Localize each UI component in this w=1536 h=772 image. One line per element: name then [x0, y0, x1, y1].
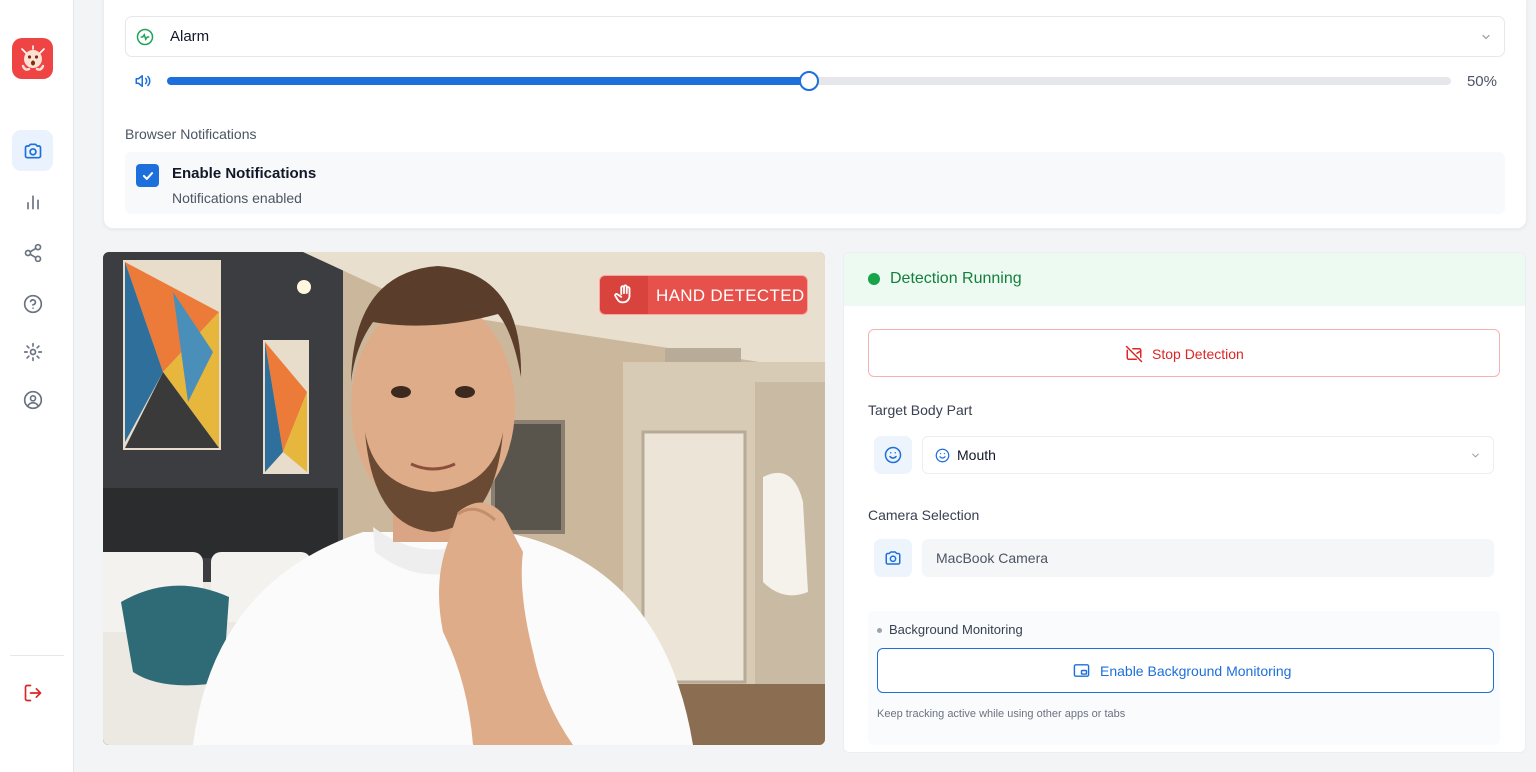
target-body-part-value: Mouth: [957, 447, 996, 463]
stop-detection-label: Stop Detection: [1152, 346, 1244, 362]
user-circle-icon: [23, 390, 42, 409]
check-icon: [142, 171, 153, 180]
sidebar: [0, 0, 74, 772]
volume-slider-thumb[interactable]: [799, 71, 819, 91]
hand-icon: [614, 284, 631, 304]
alarm-sound-label: Alarm: [170, 28, 210, 45]
nav-profile[interactable]: [12, 379, 53, 420]
smile-icon: [935, 448, 950, 463]
hand-badge-icon-box: [600, 276, 648, 314]
notifications-status: Notifications enabled: [172, 190, 302, 206]
nav-share[interactable]: [12, 232, 53, 273]
volume-slider-fill: [167, 77, 809, 85]
share-icon: [24, 243, 41, 262]
sound-wave-icon: [136, 28, 154, 46]
notifications-heading: Browser Notifications: [125, 126, 257, 142]
logout-icon: [24, 684, 41, 701]
app-logo[interactable]: [12, 38, 53, 79]
volume-icon: [135, 75, 151, 87]
picture-in-picture-icon: [1073, 664, 1090, 677]
camera-selection-value: MacBook Camera: [936, 550, 1049, 566]
target-body-part-label: Target Body Part: [868, 402, 973, 418]
volume-percentage: 50%: [1466, 73, 1497, 90]
background-monitoring-help: Keep tracking active while using other a…: [877, 708, 1126, 720]
hand-detected-badge: HAND DETECTED: [599, 275, 808, 315]
sidebar-divider: [10, 655, 64, 656]
enable-background-monitoring-label: Enable Background Monitoring: [1100, 663, 1292, 679]
help-circle-icon: [23, 294, 42, 313]
background-monitoring-section: Background Monitoring Enable Background …: [868, 611, 1500, 745]
nav-settings[interactable]: [12, 331, 53, 372]
detection-status-bar: Detection Running: [844, 253, 1525, 306]
chevron-down-icon: [1472, 453, 1479, 458]
background-monitoring-title: Background Monitoring: [889, 622, 1023, 637]
nav-help[interactable]: [12, 283, 53, 324]
detection-status-text: Detection Running: [890, 270, 1022, 287]
target-icon-box: [874, 436, 912, 474]
enable-notifications-checkbox[interactable]: [136, 164, 159, 187]
alert-settings-card: Alarm 50% Browser Notifications Enable N…: [103, 0, 1527, 229]
alarmed-face-logo: [20, 44, 45, 71]
enable-background-monitoring-button[interactable]: Enable Background Monitoring: [877, 648, 1494, 693]
camera-selection-label: Camera Selection: [868, 507, 980, 523]
camera-feed: HAND DETECTED: [103, 252, 825, 745]
settings-icon: [23, 342, 42, 361]
camera-icon: [885, 551, 901, 565]
volume-slider[interactable]: [167, 71, 1451, 91]
smile-icon: [884, 446, 902, 464]
hand-detected-text: HAND DETECTED: [656, 286, 805, 305]
camera-icon: [24, 143, 41, 158]
status-indicator-dot: [868, 273, 880, 285]
logout-button[interactable]: [12, 672, 53, 713]
bar-chart-icon: [26, 194, 39, 209]
camera-feed-image: [103, 252, 825, 745]
bullet-dot: [877, 628, 882, 633]
target-body-part-select[interactable]: Mouth: [922, 436, 1494, 474]
camera-selection-field[interactable]: MacBook Camera: [922, 539, 1494, 577]
chevron-down-icon: [1482, 34, 1490, 40]
notifications-box: Enable Notifications Notifications enabl…: [125, 152, 1505, 214]
nav-analytics[interactable]: [12, 181, 53, 222]
alarm-sound-select[interactable]: Alarm: [125, 16, 1505, 57]
enable-notifications-label: Enable Notifications: [172, 165, 317, 182]
nav-camera[interactable]: [12, 130, 53, 171]
stop-detection-button[interactable]: Stop Detection: [868, 329, 1500, 377]
camera-icon-box: [874, 539, 912, 577]
detection-panel: Detection Running Stop Detection Target …: [843, 252, 1526, 753]
video-off-icon: [1125, 345, 1143, 363]
